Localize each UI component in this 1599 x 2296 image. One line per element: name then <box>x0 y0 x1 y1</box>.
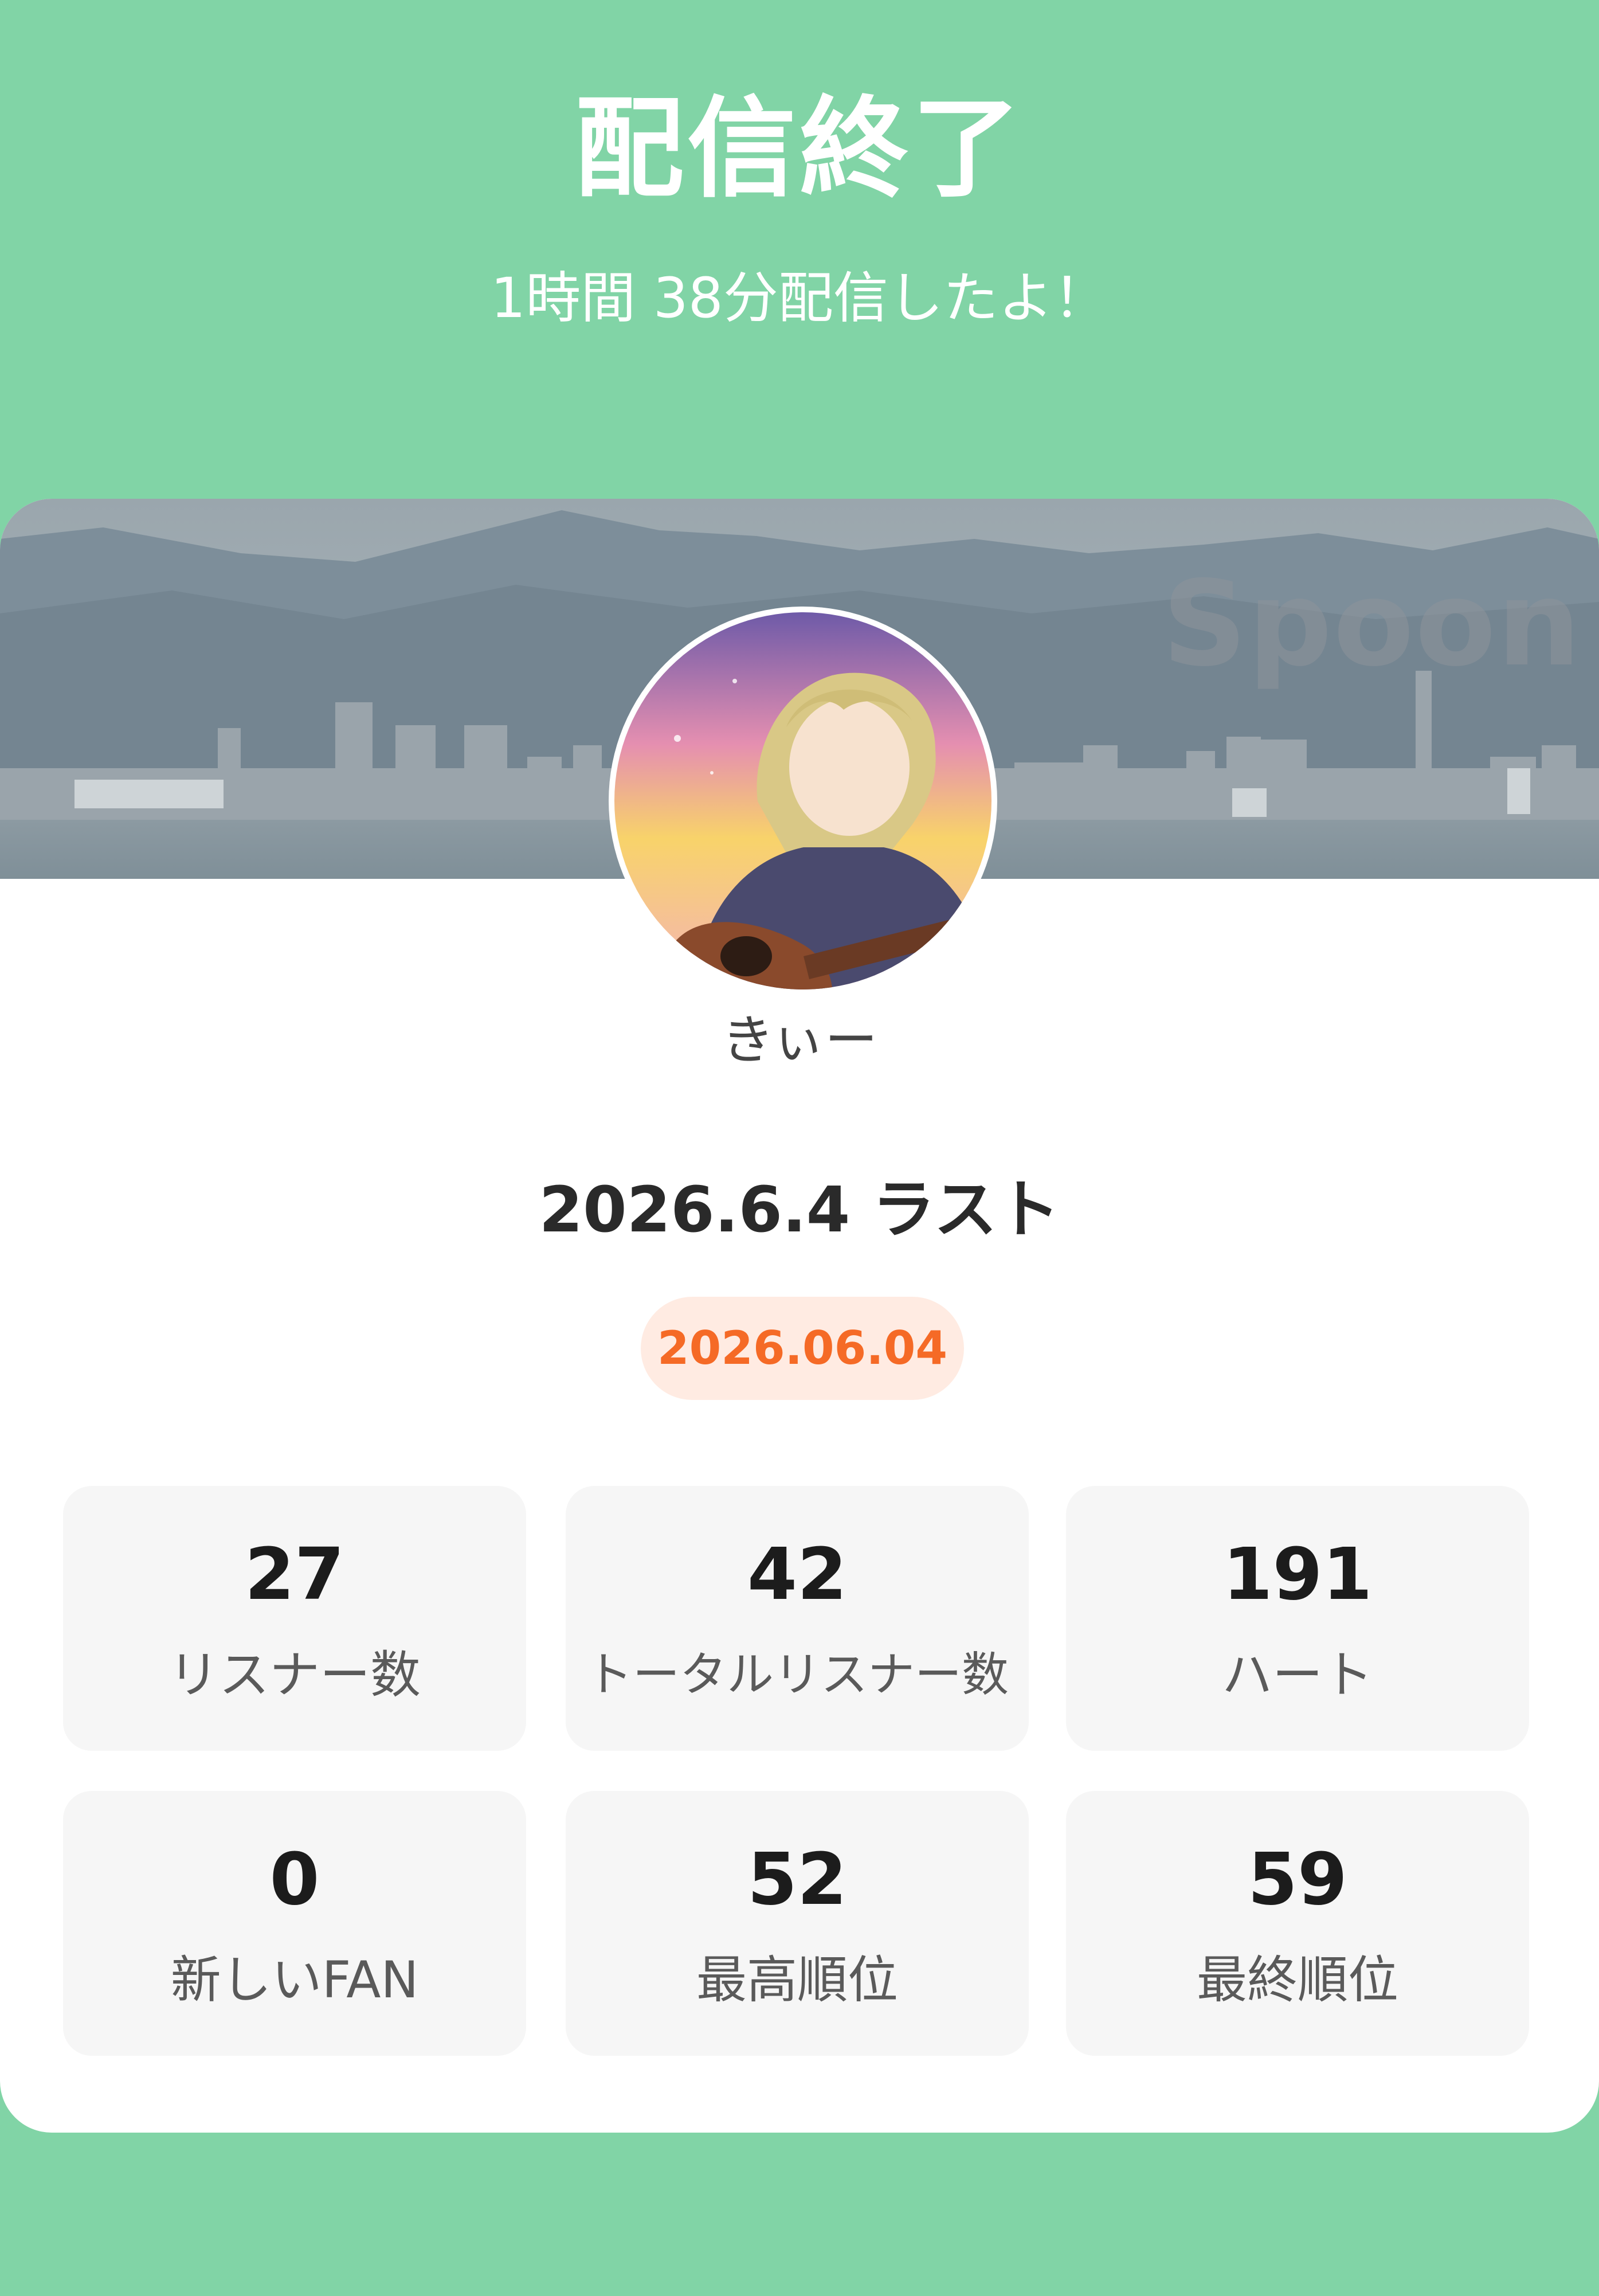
stat-value: 59 <box>1248 1838 1347 1921</box>
stat-value: 191 <box>1222 1533 1373 1616</box>
duration-subtitle: 1時間 38分配信したよ！ <box>491 266 1108 330</box>
stat-label: 新しいFAN <box>170 1950 419 2009</box>
stat-value: 27 <box>245 1533 344 1616</box>
stat-label: リスナー数 <box>168 1645 421 1704</box>
username: きぃー <box>721 1010 878 1071</box>
stat-label: 最終順位 <box>1196 1950 1398 2009</box>
stat-listeners: 27 リスナー数 <box>63 1486 526 1751</box>
spoon-watermark: Spoon <box>1162 556 1582 693</box>
stat-value: 52 <box>747 1838 847 1921</box>
stream-title: 2026.6.4 ラスト <box>539 1173 1060 1246</box>
stat-total-listeners: 42 トータルリスナー数 <box>566 1486 1029 1751</box>
page-title: 配信終了 <box>574 85 1024 212</box>
stat-label: ハート <box>1221 1645 1373 1704</box>
stat-final-rank: 59 最終順位 <box>1066 1791 1529 2056</box>
stat-new-fans: 0 新しいFAN <box>63 1791 526 2056</box>
date-badge: 2026.06.04 <box>641 1297 964 1400</box>
stat-label: トータルリスナー数 <box>585 1648 1009 1702</box>
stat-label: 最高順位 <box>696 1950 898 2009</box>
stat-value: 0 <box>269 1838 320 1921</box>
avatar <box>614 612 991 989</box>
stat-hearts: 191 ハート <box>1066 1486 1529 1751</box>
stat-value: 42 <box>747 1533 847 1616</box>
stat-highest-rank: 52 最高順位 <box>566 1791 1029 2056</box>
